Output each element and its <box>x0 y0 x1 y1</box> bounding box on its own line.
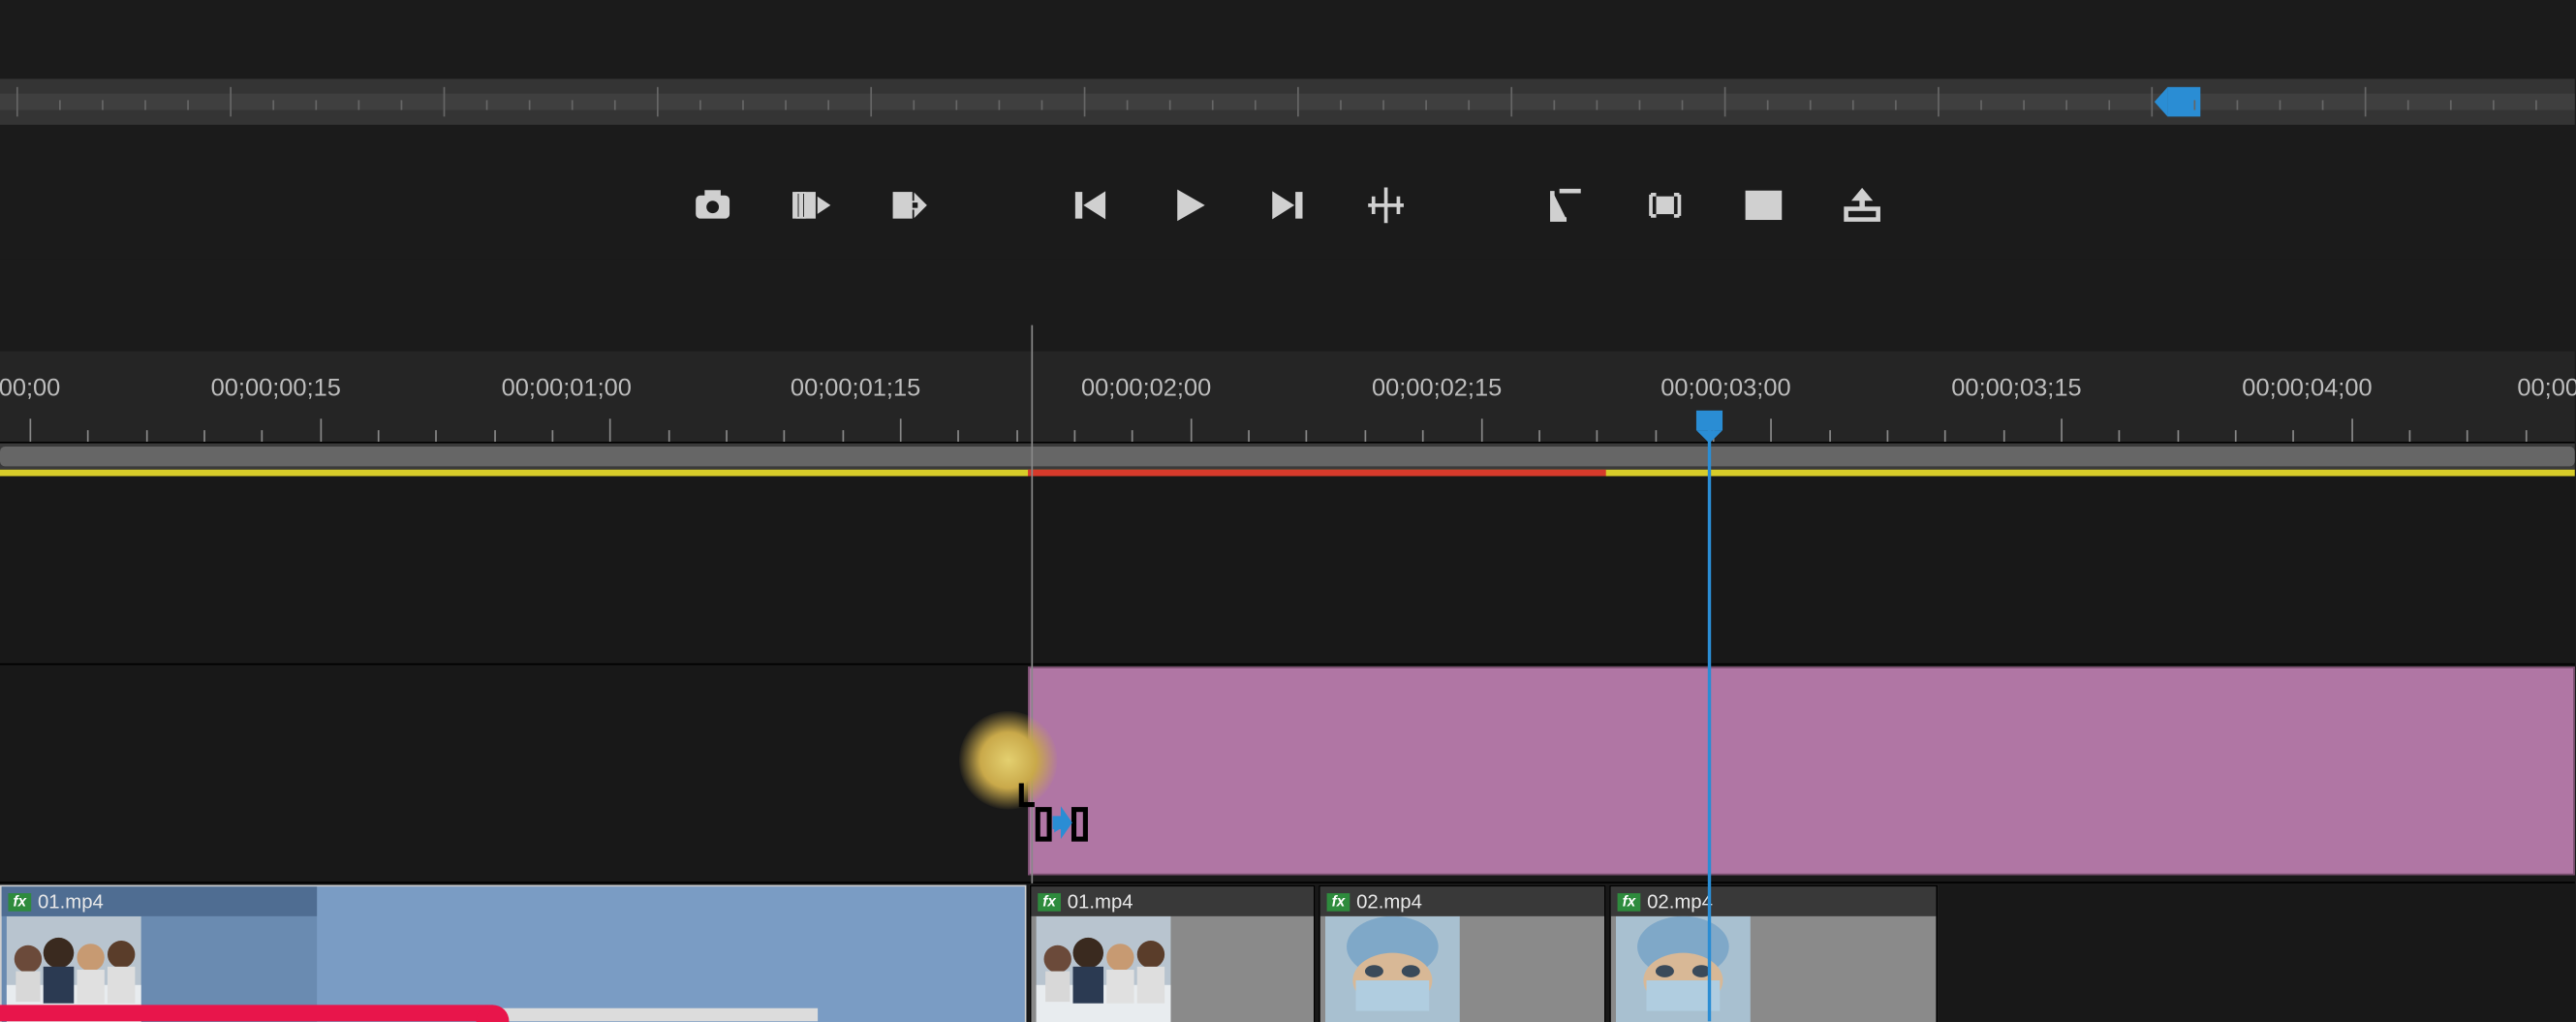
clip-name-label: 01.mp4 <box>38 890 104 914</box>
clip-thumbnail <box>1611 916 1755 1022</box>
track-v1[interactable]: fx 01.mp4 fx 01.mp4 fx 02.mp4 fx 02.mp4 <box>0 882 2575 1022</box>
overwrite-button[interactable] <box>885 180 935 230</box>
fx-badge: fx <box>8 892 31 911</box>
ruler-label: 00;00;00;15 <box>211 374 341 402</box>
insert-button[interactable] <box>787 180 836 230</box>
track-v2[interactable] <box>0 664 2575 877</box>
ruler-label: 00;00;01;00 <box>502 374 632 402</box>
edit-point-indicator <box>1031 325 1033 883</box>
video-progress-remainder <box>493 1008 819 1022</box>
ruler-label: 00;00 <box>0 374 60 402</box>
fx-badge: fx <box>1327 892 1350 911</box>
video-clip[interactable]: fx 01.mp4 <box>1030 885 1316 1022</box>
clip-name-label: 02.mp4 <box>1647 890 1713 914</box>
fx-badge: fx <box>1618 892 1641 911</box>
export-frame-button[interactable] <box>688 180 737 230</box>
ruler-label: 00;00;03;15 <box>1951 374 2081 402</box>
clip-name-label: 01.mp4 <box>1068 890 1133 914</box>
video-clip[interactable]: fx 02.mp4 <box>1319 885 1606 1022</box>
ruler-label: 00;00;02;15 <box>1372 374 1502 402</box>
playhead[interactable] <box>1708 414 1711 1021</box>
lift-button[interactable] <box>1640 180 1690 230</box>
timeline-ruler[interactable]: 00;00 00;00;00;15 00;00;01;00 00;00;01;15 00… <box>0 352 2575 444</box>
play-button[interactable] <box>1164 180 1214 230</box>
program-minimap[interactable]: /*placeholder for tick gen below*/ <box>0 78 2575 124</box>
add-marker-button[interactable] <box>1361 180 1411 230</box>
zoom-thumb[interactable] <box>0 447 2575 466</box>
fx-badge: fx <box>1038 892 1061 911</box>
timeline-tracks[interactable]: fx 01.mp4 fx 01.mp4 fx 02.mp4 fx 02.mp4 <box>0 477 2575 1022</box>
clip-thumbnail <box>1031 916 1175 1022</box>
step-back-button[interactable] <box>1066 180 1115 230</box>
clip-thumbnail <box>1320 916 1465 1022</box>
video-progress-bar[interactable] <box>0 1005 493 1021</box>
in-out-button[interactable] <box>1542 180 1592 230</box>
ruler-label: 00;00;02;00 <box>1081 374 1211 402</box>
step-forward-button[interactable] <box>1262 180 1312 230</box>
work-area-bar[interactable] <box>0 470 2575 477</box>
ruler-label: 00;00;0 <box>2517 374 2576 402</box>
ruler-label: 00;00;03;00 <box>1660 374 1790 402</box>
adjustment-clip[interactable] <box>1028 666 2575 875</box>
unrendered-region <box>1028 470 1606 477</box>
ruler-label: 00;00;04;00 <box>2242 374 2372 402</box>
ruler-label: 00;00;01;15 <box>791 374 920 402</box>
timeline-zoom-scrollbar[interactable] <box>0 444 2575 470</box>
safe-margins-button[interactable] <box>1739 180 1788 230</box>
video-clip[interactable]: fx 01.mp4 <box>0 885 1026 1022</box>
export-button[interactable] <box>1838 180 1887 230</box>
clip-selection-region <box>317 886 1025 1022</box>
clip-name-label: 02.mp4 <box>1356 890 1422 914</box>
video-clip[interactable]: fx 02.mp4 <box>1609 885 1938 1022</box>
transport-toolbar <box>0 156 2575 255</box>
